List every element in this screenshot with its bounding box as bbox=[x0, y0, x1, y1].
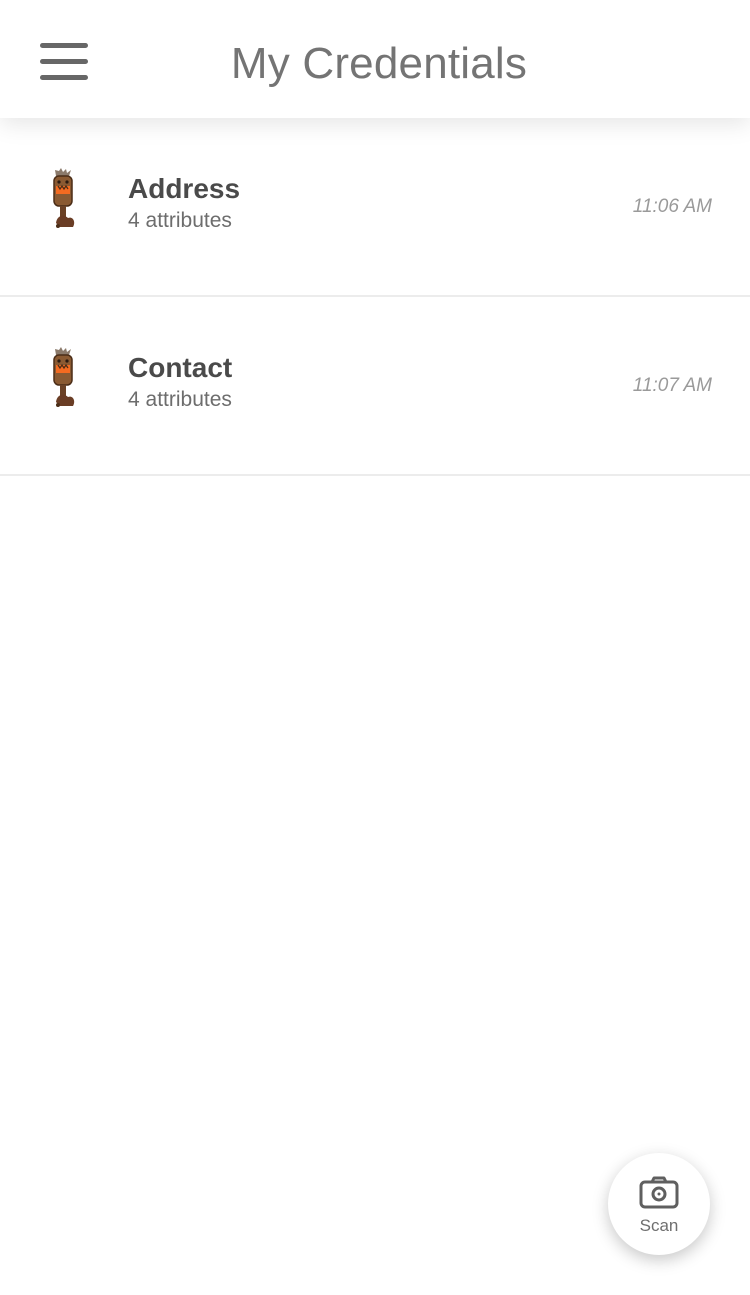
credential-row-contact[interactable]: Contact 4 attributes 11:07 AM bbox=[0, 297, 750, 476]
credential-attribute-count: 4 attributes bbox=[128, 388, 232, 411]
scan-button[interactable]: Scan bbox=[608, 1153, 710, 1255]
credential-title: Address bbox=[128, 173, 241, 204]
camera-icon bbox=[639, 1176, 679, 1209]
credentials-screen: My Credentials Address 4 attributes 11:0… bbox=[0, 0, 750, 1295]
app-header: My Credentials bbox=[0, 0, 750, 118]
credential-row-address[interactable]: Address 4 attributes 11:06 AM bbox=[0, 118, 750, 297]
tiki-totem-icon bbox=[53, 347, 75, 407]
tiki-totem-icon bbox=[53, 168, 75, 228]
credential-attribute-count: 4 attributes bbox=[128, 209, 232, 232]
page-title: My Credentials bbox=[230, 39, 528, 88]
credential-timestamp: 11:06 AM bbox=[632, 196, 712, 217]
credential-timestamp: 11:07 AM bbox=[632, 375, 712, 396]
credential-title: Contact bbox=[128, 352, 233, 383]
credential-list: Address 4 attributes 11:06 AM Contact 4 … bbox=[0, 118, 750, 476]
scan-label: Scan bbox=[639, 1216, 679, 1235]
